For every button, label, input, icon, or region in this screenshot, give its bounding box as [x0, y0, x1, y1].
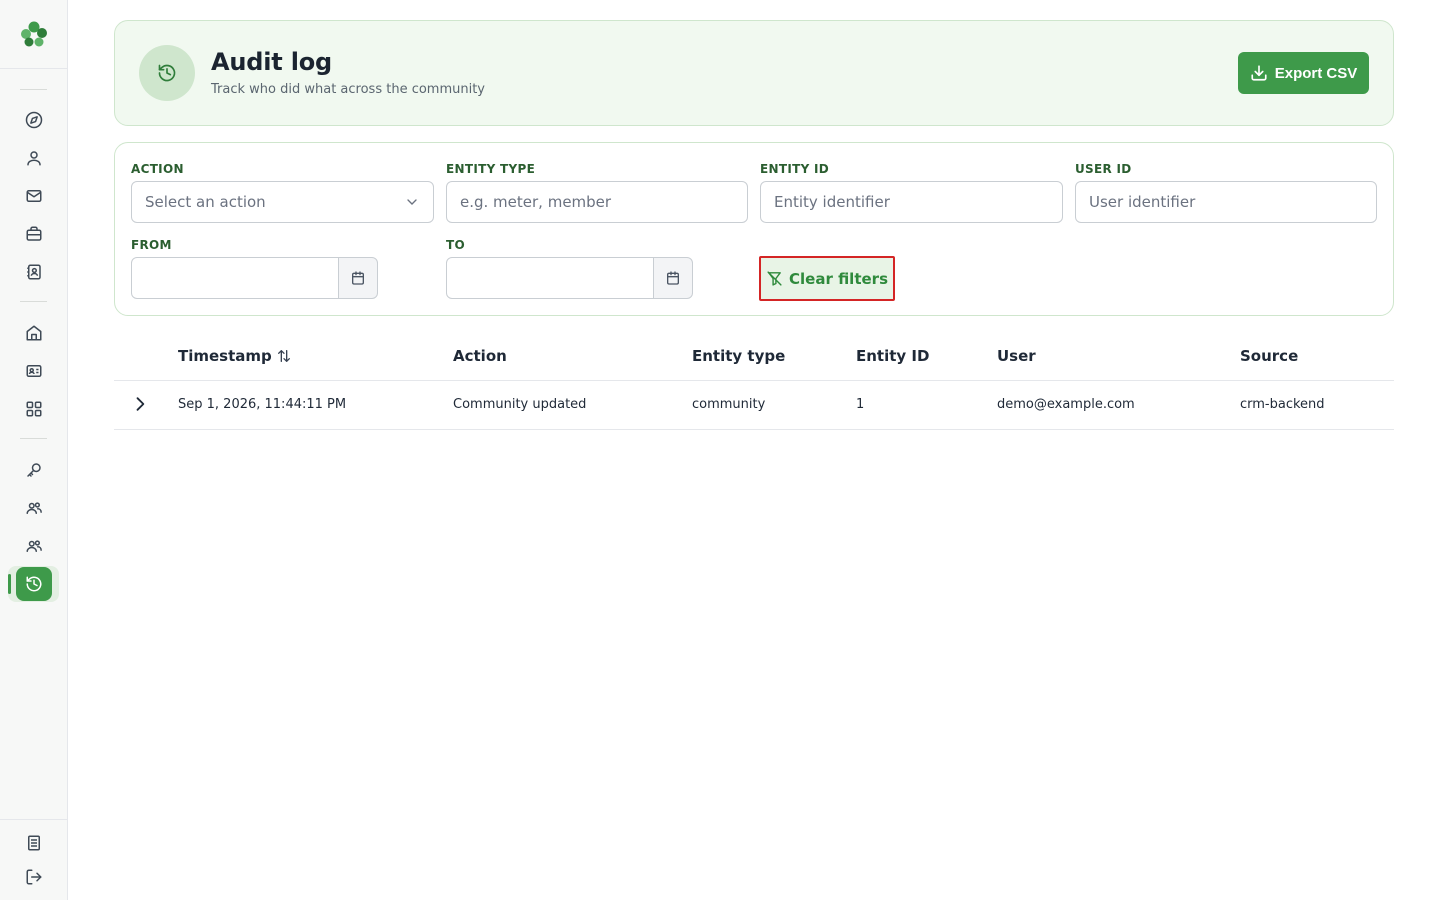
export-csv-button[interactable]: Export CSV: [1238, 52, 1369, 94]
sort-icon[interactable]: [276, 348, 292, 364]
sidebar-item-keys[interactable]: [16, 453, 52, 487]
cell-timestamp: Sep 1, 2026, 11:44:11 PM: [178, 397, 347, 412]
history-icon: [26, 576, 42, 592]
user-id-input[interactable]: User identifier: [1075, 181, 1377, 223]
entity-type-input[interactable]: e.g. meter, member: [446, 181, 748, 223]
page-subtitle: Track who did what across the community: [211, 82, 486, 97]
sidebar-divider: [20, 89, 47, 90]
sidebar-item-docs[interactable]: [16, 826, 52, 860]
clear-filters-label: Clear filters: [789, 269, 888, 288]
app-logo[interactable]: [19, 19, 49, 49]
column-header-timestamp[interactable]: Timestamp: [178, 347, 292, 365]
to-calendar-button[interactable]: [653, 257, 693, 299]
chevron-right-icon[interactable]: [130, 394, 150, 414]
users-icon: [26, 502, 42, 514]
cell-source: crm-backend: [1240, 397, 1325, 412]
column-header-user: User: [997, 347, 1036, 365]
entity-id-placeholder: Entity identifier: [774, 193, 890, 211]
column-header-action: Action: [453, 347, 507, 365]
cell-action: Community updated: [453, 397, 587, 412]
export-csv-label: Export CSV: [1274, 64, 1358, 82]
table-row[interactable]: Sep 1, 2026, 11:44:11 PM Community updat…: [114, 381, 1394, 430]
sidebar-divider: [20, 301, 47, 302]
briefcase-icon: [26, 226, 42, 241]
sidebar-active-indicator: [8, 574, 11, 594]
sidebar-item-work[interactable]: [16, 217, 52, 251]
sidebar-item-profile[interactable]: [16, 141, 52, 175]
mail-icon: [26, 190, 42, 202]
to-date-input[interactable]: [446, 257, 654, 299]
sidebar-item-teams[interactable]: [16, 491, 52, 525]
sidebar-item-contacts[interactable]: [16, 255, 52, 289]
user-icon: [27, 151, 41, 166]
column-header-entity-type: Entity type: [692, 347, 786, 365]
sidebar-item-mail[interactable]: [16, 179, 52, 213]
calendar-icon: [667, 271, 679, 285]
filter-panel: ACTION Select an action ENTITY TYPE e.g.…: [114, 142, 1394, 316]
sidebar-item-groups[interactable]: [16, 529, 52, 563]
users-alt-icon: [26, 540, 42, 552]
from-label: FROM: [131, 238, 172, 252]
sidebar-item-audit-log[interactable]: [16, 567, 52, 601]
sidebar-divider: [0, 68, 68, 69]
column-header-entity-id: Entity ID: [856, 347, 930, 365]
table-header: Timestamp Action Entity type Entity ID U…: [114, 332, 1394, 381]
logout-icon: [26, 869, 42, 885]
from-date-input[interactable]: [131, 257, 339, 299]
sidebar-divider: [0, 819, 68, 820]
to-date-picker: [446, 257, 693, 299]
from-calendar-button[interactable]: [338, 257, 378, 299]
chevron-down-icon: [407, 199, 417, 205]
download-icon: [1251, 65, 1267, 81]
entity-type-label: ENTITY TYPE: [446, 162, 536, 176]
calendar-icon: [352, 271, 364, 285]
sidebar-item-apps[interactable]: [16, 392, 52, 426]
filter-off-icon: [767, 271, 782, 286]
cell-entity-id: 1: [856, 397, 865, 412]
action-label: ACTION: [131, 162, 184, 176]
clear-filters-button[interactable]: Clear filters: [759, 256, 895, 301]
cell-entity-type: community: [692, 397, 766, 412]
entity-id-input[interactable]: Entity identifier: [760, 181, 1063, 223]
entity-id-label: ENTITY ID: [760, 162, 830, 176]
id-card-icon: [26, 365, 42, 377]
sidebar-item-logout[interactable]: [16, 860, 52, 894]
document-icon: [28, 835, 40, 851]
compass-icon: [25, 111, 43, 129]
column-header-label: Timestamp: [178, 347, 272, 365]
sidebar-item-members[interactable]: [16, 354, 52, 388]
sidebar-item-explore[interactable]: [16, 103, 52, 137]
history-icon: [139, 45, 195, 101]
page-title: Audit log: [211, 48, 332, 76]
audit-log-table: Timestamp Action Entity type Entity ID U…: [114, 332, 1394, 430]
page-header: Audit log Track who did what across the …: [114, 20, 1394, 126]
user-id-placeholder: User identifier: [1089, 193, 1196, 211]
home-icon: [26, 325, 42, 341]
grid-icon: [26, 401, 42, 417]
entity-type-placeholder: e.g. meter, member: [460, 193, 612, 211]
action-select-placeholder: Select an action: [145, 193, 266, 211]
sidebar-item-home[interactable]: [16, 316, 52, 350]
sidebar: [0, 0, 68, 900]
key-icon: [27, 463, 41, 477]
column-header-source: Source: [1240, 347, 1299, 365]
contact-book-icon: [27, 264, 41, 280]
cell-user: demo@example.com: [997, 397, 1135, 412]
sidebar-divider: [20, 438, 47, 439]
to-label: TO: [446, 238, 465, 252]
action-select[interactable]: Select an action: [131, 181, 434, 223]
user-id-label: USER ID: [1075, 162, 1132, 176]
from-date-picker: [131, 257, 378, 299]
